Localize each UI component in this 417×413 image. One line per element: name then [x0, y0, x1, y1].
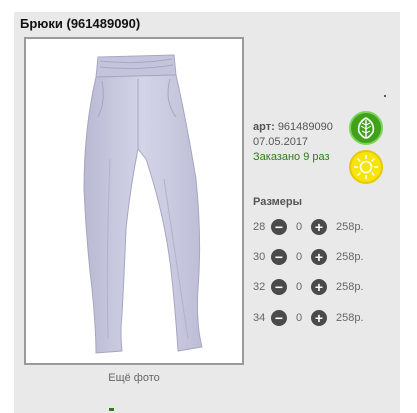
plus-button[interactable]: + — [311, 279, 327, 295]
minus-button[interactable]: − — [271, 310, 287, 326]
sku-value: 961489090 — [277, 121, 333, 133]
sku-label: арт: — [253, 121, 275, 133]
price: 258р. — [336, 251, 364, 263]
ordered-count: Заказано 9 раз — [253, 151, 330, 163]
size-row: 28 − 0 + 258р. — [253, 218, 364, 236]
size-value: 34 — [253, 312, 266, 324]
separator-dot — [384, 95, 386, 97]
size-value: 30 — [253, 251, 266, 263]
size-value: 28 — [253, 221, 266, 233]
plus-button[interactable]: + — [311, 219, 327, 235]
size-row: 30 − 0 + 258р. — [253, 248, 364, 266]
size-row: 34 − 0 + 258р. — [253, 309, 364, 327]
price: 258р. — [336, 281, 364, 293]
sizes-title: Размеры — [253, 196, 303, 208]
product-date: 07.05.2017 — [253, 136, 309, 148]
minus-button[interactable]: − — [271, 279, 287, 295]
plus-button[interactable]: + — [311, 249, 327, 265]
product-info: арт: 961489090 07.05.2017 Заказано 9 раз — [253, 120, 333, 165]
quantity-value: 0 — [295, 251, 303, 263]
quantity-value: 0 — [295, 281, 303, 293]
minus-button[interactable]: − — [271, 249, 287, 265]
leaf-icon — [349, 111, 383, 145]
size-value: 32 — [253, 281, 266, 293]
pants-image — [83, 54, 203, 354]
price: 258р. — [336, 312, 364, 324]
size-row: 32 − 0 + 258р. — [253, 278, 364, 296]
quantity-value: 0 — [295, 312, 303, 324]
product-photo[interactable] — [24, 37, 244, 365]
quantity-value: 0 — [295, 221, 303, 233]
plus-button[interactable]: + — [311, 310, 327, 326]
more-photos-link[interactable]: Ещё фото — [24, 372, 244, 384]
price: 258р. — [336, 221, 364, 233]
sun-icon — [349, 150, 383, 184]
minus-button[interactable]: − — [271, 219, 287, 235]
cut-off-link-fragment — [109, 408, 114, 411]
product-title: Брюки (961489090) — [20, 16, 141, 31]
